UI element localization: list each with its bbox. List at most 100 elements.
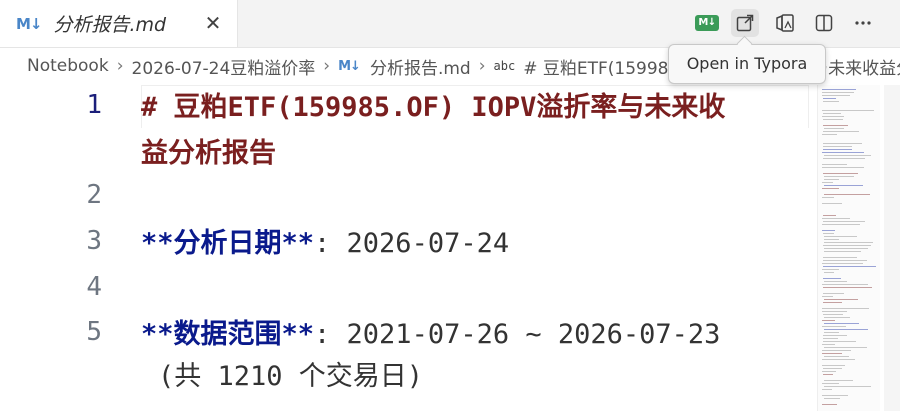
minimap-line: [824, 176, 854, 177]
minimap-line: [822, 383, 839, 384]
line-number: 3: [86, 226, 102, 256]
minimap-line: [824, 386, 871, 387]
more-icon: [855, 21, 871, 25]
more-actions-button[interactable]: [849, 9, 877, 37]
breadcrumb-item-folder[interactable]: 2026-07-24豆粕溢价率: [132, 54, 316, 79]
minimap-line: [824, 329, 868, 330]
minimap-line: [822, 350, 851, 351]
line-number: 5: [86, 317, 102, 347]
minimap-line: [823, 314, 843, 315]
minimap-line: [822, 134, 837, 135]
line-value: : 2026-07-24: [314, 228, 510, 259]
open-external-icon: [736, 14, 754, 32]
minimap-line: [823, 335, 847, 336]
minimap-line: [823, 260, 867, 261]
breadcrumb-file-label: 分析报告.md: [369, 58, 471, 79]
symbol-string-icon: abc: [493, 59, 516, 73]
minimap-line: [822, 224, 860, 225]
chevron-right-icon: ›: [323, 56, 331, 76]
close-icon[interactable]: ✕: [203, 13, 223, 33]
code-line-3[interactable]: **分析日期**: 2026-07-24: [141, 221, 809, 267]
line-number: 2: [86, 180, 102, 210]
minimap-line: [824, 272, 834, 273]
minimap-line: [822, 371, 836, 372]
markdown-icon: M↓: [338, 58, 361, 74]
minimap-line: [823, 146, 852, 147]
code-line-1[interactable]: # 豆粕ETF(159985.OF) IOPV溢折率与未来收 益分析报告: [141, 85, 809, 177]
code-line-5[interactable]: **数据范围**: 2021-07-26 ~ 2026-07-23: [141, 312, 809, 358]
minimap-line: [824, 179, 839, 180]
minimap-line: [824, 332, 839, 333]
minimap-line: [823, 266, 876, 267]
code-line-5-wrap: (共 1210 个交易日): [158, 361, 424, 392]
minimap-line: [822, 152, 864, 153]
minimap-line: [824, 347, 867, 348]
minimap-line: [822, 311, 847, 312]
minimap-line: [824, 323, 859, 324]
minimap-line: [823, 368, 842, 369]
minimap-line: [824, 380, 853, 381]
tab-title: 分析报告.md: [53, 14, 167, 36]
minimap-line: [823, 374, 833, 375]
minimap-line: [823, 278, 841, 279]
minimap-line: [822, 344, 835, 345]
minimap-line: [822, 197, 834, 198]
minimap-line: [823, 119, 843, 120]
minimap-line: [822, 95, 850, 96]
minimap-line: [823, 233, 834, 234]
editor-tab-active[interactable]: M↓ 分析报告.md ✕: [0, 0, 238, 47]
minimap-line: [823, 302, 842, 303]
minimap-line: [824, 185, 863, 186]
minimap-line: [824, 155, 871, 156]
minimap-line: [824, 398, 840, 399]
heading-text-wrap: 益分析报告: [141, 138, 276, 169]
minimap-line: [822, 203, 842, 204]
minimap-line: [822, 320, 835, 321]
bold-label: **分析日期**: [141, 228, 315, 259]
open-external-button[interactable]: [731, 9, 759, 37]
minimap-line: [823, 98, 836, 99]
minimap-line: [823, 158, 865, 159]
minimap-line: [824, 239, 839, 240]
minimap-line: [822, 353, 842, 354]
vertical-scrollbar[interactable]: [884, 85, 900, 411]
line-value: : 2021-07-26 ~ 2026-07-23: [314, 319, 721, 350]
minimap-line: [822, 308, 869, 309]
breadcrumb-item-file[interactable]: M↓ 分析报告.md: [338, 54, 471, 79]
minimap-line: [822, 167, 864, 168]
minimap-line: [822, 116, 844, 117]
bold-label: **数据范围**: [141, 319, 315, 350]
minimap-line: [822, 89, 856, 90]
minimap-line: [823, 149, 852, 150]
minimap-line: [822, 218, 850, 219]
minimap-line: [823, 338, 838, 339]
minimap-line: [823, 143, 862, 144]
minimap-line: [822, 404, 837, 405]
editor[interactable]: 1 2 3 4 5 # 豆粕ETF(159985.OF) IOPV溢折率与未来收…: [0, 85, 900, 411]
minimap-line: [823, 245, 871, 246]
minimap-line: [822, 365, 845, 366]
typora-markdown-icon: M↓: [695, 15, 719, 31]
minimap-line: [823, 173, 858, 174]
minimap-line: [824, 299, 858, 300]
minimap-line: [822, 188, 839, 189]
minimap-line: [824, 281, 847, 282]
minimap[interactable]: [817, 85, 880, 411]
breadcrumb-item-notebook[interactable]: Notebook: [27, 56, 109, 76]
minimap-line: [822, 326, 846, 327]
minimap-line: [823, 221, 865, 222]
open-preview-button[interactable]: [771, 9, 799, 37]
minimap-line: [823, 257, 857, 258]
split-editor-button[interactable]: [810, 9, 838, 37]
minimap-line: [824, 248, 868, 249]
tab-bar: M↓ 分析报告.md ✕ M↓: [0, 0, 900, 48]
minimap-line: [822, 263, 863, 264]
markdown-icon: M↓: [16, 14, 42, 33]
open-in-typora-badge[interactable]: M↓: [693, 9, 721, 37]
chevron-right-icon: ›: [116, 56, 124, 76]
minimap-line: [822, 389, 832, 390]
minimap-line: [823, 341, 856, 342]
minimap-line: [822, 164, 847, 165]
minimap-line: [823, 113, 841, 114]
split-editor-icon: [815, 14, 833, 32]
